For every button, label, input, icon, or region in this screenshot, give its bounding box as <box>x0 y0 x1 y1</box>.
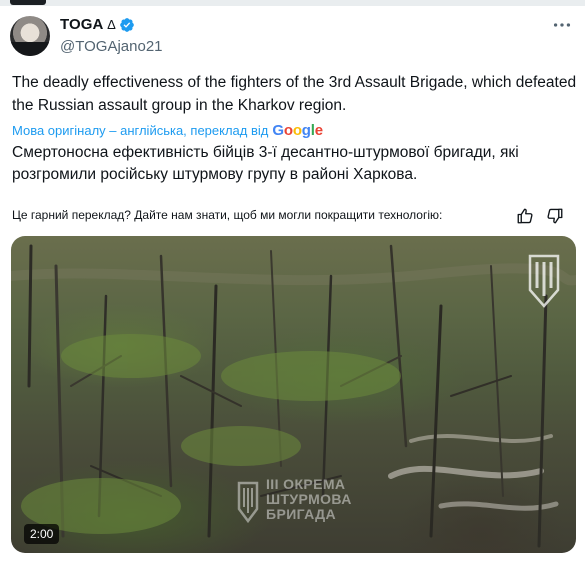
watermark-line-2: ШТУРМОВА <box>266 491 352 507</box>
google-logo-o2: o <box>292 122 302 139</box>
author-name-row: TOGA ∆ <box>60 16 135 33</box>
verified-badge-icon <box>120 17 135 32</box>
translation-feedback-row: Це гарний переклад? Дайте нам знати, щоб… <box>12 207 572 225</box>
video-timestamp: 2:00 <box>24 524 60 544</box>
google-logo-g: g <box>301 122 311 139</box>
avatar[interactable] <box>10 16 50 56</box>
video-player[interactable]: ІІІ ОКРЕМА ШТУРМОВА БРИГАДА <box>11 236 576 553</box>
brigade-emblem-icon <box>528 254 560 308</box>
google-logo: Google <box>272 122 323 139</box>
thumbs-up-icon[interactable] <box>516 207 534 225</box>
watermark-emblem-icon <box>237 481 259 524</box>
top-edge-tab <box>10 0 46 5</box>
google-logo-G: G <box>272 122 284 139</box>
translated-text: Смертоносна ефективність бійців 3-ї деса… <box>12 144 519 183</box>
tweet-text: The deadly effectiveness of the fighters… <box>12 74 577 114</box>
watermark-text: ІІІ ОКРЕМА ШТУРМОВА БРИГАДА <box>266 477 352 522</box>
google-logo-e: e <box>314 122 323 139</box>
more-options-icon[interactable] <box>551 14 573 36</box>
author-name-badge: ∆ <box>107 17 116 32</box>
author-handle[interactable]: @TOGAjano21 <box>60 38 163 55</box>
translation-source-label: Мова оригіналу – англійська, переклад ві… <box>12 123 269 138</box>
watermark-line-3: БРИГАДА <box>266 506 337 522</box>
watermark-line-1: ІІІ ОКРЕМА <box>266 476 346 492</box>
avatar-shade <box>10 42 50 56</box>
brigade-watermark: ІІІ ОКРЕМА ШТУРМОВА БРИГАДА <box>236 473 386 543</box>
author-display-name[interactable]: TOGA <box>60 16 103 33</box>
thumbs-down-icon[interactable] <box>546 207 564 225</box>
google-logo-o1: o <box>283 122 293 139</box>
top-edge-bar <box>0 0 585 6</box>
translation-attribution[interactable]: Мова оригіналу – англійська, переклад ві… <box>12 122 323 139</box>
translation-feedback-prompt: Це гарний переклад? Дайте нам знати, щоб… <box>12 208 443 222</box>
